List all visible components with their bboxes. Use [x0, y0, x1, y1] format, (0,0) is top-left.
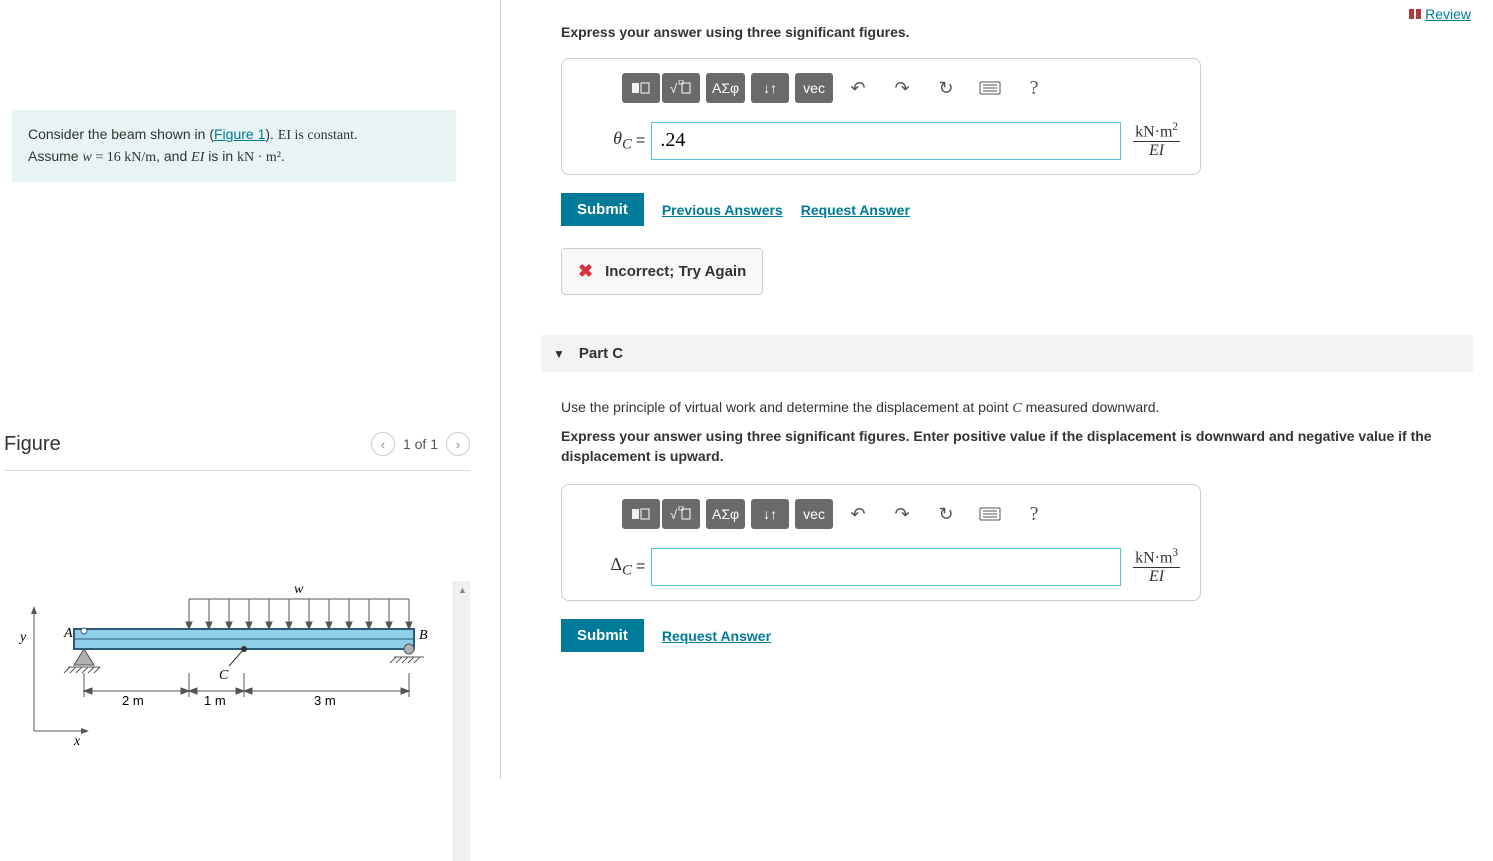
right-column: Review Express your answer using three s… — [501, 0, 1493, 779]
partB-variable: θC — [582, 128, 632, 154]
partC-label: Part C — [579, 345, 623, 362]
collapse-icon: ▼ — [553, 347, 565, 361]
figure-section: Figure ‹ 1 of 1 › y x — [0, 432, 490, 861]
partC-actions: Submit Request Answer — [561, 619, 1473, 652]
partC-unit: kN·m3 EI — [1133, 547, 1180, 586]
svg-text:√: √ — [670, 507, 678, 522]
keyboard-button[interactable] — [971, 73, 1009, 103]
request-answer-link[interactable]: Request Answer — [801, 202, 910, 218]
svg-text:3 m: 3 m — [314, 693, 336, 708]
greek-button[interactable]: ΑΣφ — [706, 499, 745, 529]
figure-title: Figure — [4, 433, 61, 456]
problem-text: Consider the beam shown in ( — [28, 126, 214, 142]
keyboard-button[interactable] — [971, 499, 1009, 529]
redo-button[interactable]: ↷ — [883, 499, 921, 529]
incorrect-icon: ✖ — [578, 261, 593, 282]
figure-scrollbar[interactable]: ▲ — [453, 581, 470, 861]
svg-text:B: B — [419, 628, 428, 643]
scroll-up-icon[interactable]: ▲ — [454, 581, 471, 598]
partC-input[interactable] — [651, 548, 1121, 586]
review-link[interactable]: Review — [1409, 6, 1471, 22]
undo-button[interactable]: ↶ — [839, 73, 877, 103]
pager-next-button[interactable]: › — [446, 432, 470, 456]
svg-text:1 m: 1 m — [204, 693, 226, 708]
partC-request-answer-link[interactable]: Request Answer — [662, 628, 771, 644]
figure-pager: ‹ 1 of 1 › — [371, 432, 470, 456]
partB-actions: Submit Previous Answers Request Answer — [561, 193, 1473, 226]
partB-submit-button[interactable]: Submit — [561, 193, 644, 226]
partC-instruction: Express your answer using three signific… — [561, 427, 1461, 466]
problem-statement: Consider the beam shown in (Figure 1). E… — [12, 110, 456, 182]
partC-answer-box: √ ΑΣφ ↓↑ vec ↶ ↷ ↻ ? ΔC = — [561, 484, 1201, 601]
svg-text:w: w — [294, 582, 304, 597]
svg-text:√: √ — [670, 81, 678, 96]
partC-submit-button[interactable]: Submit — [561, 619, 644, 652]
subsup-button[interactable]: ↓↑ — [751, 73, 789, 103]
partB-toolbar: √ ΑΣφ ↓↑ vec ↶ ↷ ↻ ? — [622, 73, 1200, 103]
pager-prev-button[interactable]: ‹ — [371, 432, 395, 456]
partB-feedback: ✖ Incorrect; Try Again — [561, 248, 763, 295]
reset-button[interactable]: ↻ — [927, 73, 965, 103]
partB-unit: kN·m2 EI — [1133, 121, 1180, 160]
partB-input[interactable] — [651, 122, 1121, 160]
template-button[interactable] — [622, 499, 660, 529]
help-button[interactable]: ? — [1015, 499, 1053, 529]
help-button[interactable]: ? — [1015, 73, 1053, 103]
partC-variable: ΔC — [582, 554, 632, 580]
feedback-text: Incorrect; Try Again — [605, 263, 746, 280]
subsup-button[interactable]: ↓↑ — [751, 499, 789, 529]
sqrt-button[interactable]: √ — [662, 499, 700, 529]
figure-link[interactable]: Figure 1 — [214, 126, 265, 142]
partC-text: Use the principle of virtual work and de… — [561, 398, 1473, 419]
partC-header[interactable]: ▼ Part C — [541, 335, 1473, 372]
previous-answers-link[interactable]: Previous Answers — [662, 202, 783, 218]
reset-button[interactable]: ↻ — [927, 499, 965, 529]
review-icon — [1409, 9, 1421, 19]
svg-text:2 m: 2 m — [122, 693, 144, 708]
greek-button[interactable]: ΑΣφ — [706, 73, 745, 103]
left-column: Consider the beam shown in (Figure 1). E… — [0, 0, 500, 779]
undo-button[interactable]: ↶ — [839, 499, 877, 529]
partC-toolbar: √ ΑΣφ ↓↑ vec ↶ ↷ ↻ ? — [622, 499, 1200, 529]
pager-text: 1 of 1 — [403, 436, 438, 452]
redo-button[interactable]: ↷ — [883, 73, 921, 103]
svg-text:y: y — [18, 630, 27, 645]
sqrt-button[interactable]: √ — [662, 73, 700, 103]
vec-button[interactable]: vec — [795, 73, 833, 103]
template-button[interactable] — [622, 73, 660, 103]
partB-answer-box: √ ΑΣφ ↓↑ vec ↶ ↷ ↻ ? θC = kN·m2 — [561, 58, 1201, 175]
partB-instruction: Express your answer using three signific… — [561, 24, 1473, 40]
beam-diagram: y x — [14, 581, 434, 751]
svg-text:C: C — [219, 668, 229, 683]
svg-text:x: x — [73, 734, 81, 749]
svg-text:A: A — [63, 626, 73, 641]
vec-button[interactable]: vec — [795, 499, 833, 529]
